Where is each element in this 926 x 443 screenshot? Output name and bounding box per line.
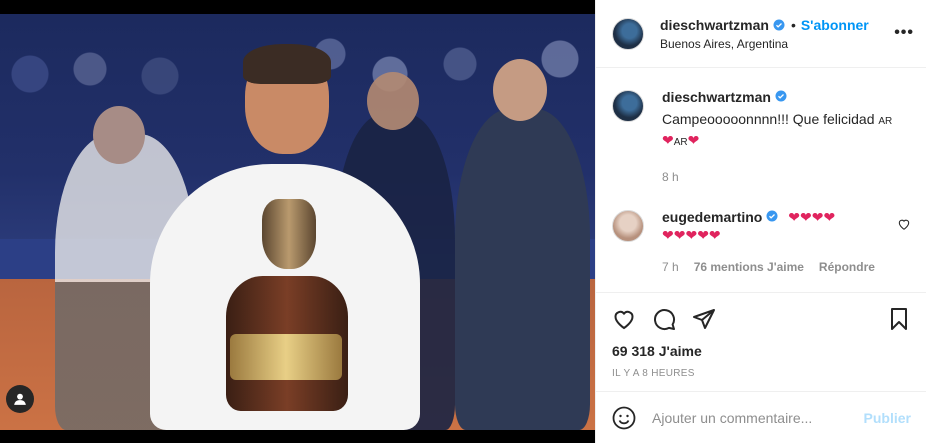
likes-count[interactable]: 69 318 J'aime: [612, 343, 702, 359]
red-heart-icon: ❤: [687, 132, 700, 148]
publish-button[interactable]: Publier: [864, 410, 911, 426]
red-heart-icon: ❤: [662, 132, 674, 148]
caption-time[interactable]: 8 h: [662, 168, 679, 186]
comment-time[interactable]: 7 h: [662, 258, 679, 276]
reply-button[interactable]: Répondre: [819, 258, 875, 276]
heart-icon[interactable]: [612, 307, 636, 331]
paper-plane-icon[interactable]: [692, 307, 716, 331]
comment-hearts: ❤❤❤❤❤: [662, 227, 721, 243]
heart-icon[interactable]: [897, 217, 911, 231]
verified-badge-icon: [766, 210, 778, 222]
comment-hearts: ❤❤❤❤: [788, 209, 836, 225]
flag-argentina-icon: AR: [878, 116, 893, 127]
commenter-username[interactable]: eugedemartino: [662, 209, 762, 225]
post-location[interactable]: Buenos Aires, Argentina: [660, 37, 869, 51]
caption-avatar[interactable]: [612, 90, 644, 122]
commenter-avatar[interactable]: [612, 210, 644, 242]
caption-text: Campeooooonnnn!!! Que felicidad AR ❤AR❤: [662, 110, 892, 152]
post-header: dieschwartzman • S'abonner Buenos Aires,…: [596, 0, 926, 68]
caption-username[interactable]: dieschwartzman: [662, 89, 771, 105]
follow-button[interactable]: S'abonner: [801, 17, 869, 33]
verified-badge-icon: [773, 19, 785, 30]
author-avatar[interactable]: [612, 17, 644, 50]
photo-trophy-cup: [262, 199, 316, 269]
comment-bubble-icon[interactable]: [652, 307, 676, 331]
verified-badge-icon: [775, 90, 787, 102]
more-options-icon[interactable]: •••: [894, 24, 914, 42]
smiley-icon[interactable]: [612, 406, 636, 430]
post-timestamp[interactable]: IL Y A 8 HEURES: [612, 368, 695, 379]
caption: dieschwartzman Campeooooonnnn!!! Que fel…: [612, 88, 911, 186]
flag-argentina-icon: AR: [673, 137, 688, 148]
add-comment-bar: Publier: [596, 391, 926, 443]
author-username[interactable]: dieschwartzman: [660, 17, 769, 33]
photo-trophy-plate: [230, 334, 342, 380]
post-photo[interactable]: [0, 14, 595, 430]
bookmark-icon[interactable]: [887, 307, 911, 331]
comments-list[interactable]: dieschwartzman Campeooooonnnn!!! Que fel…: [596, 68, 926, 292]
action-bar: [596, 292, 926, 344]
photo-man-right: [455, 59, 590, 430]
post-media[interactable]: [0, 0, 595, 443]
post-side-panel: dieschwartzman • S'abonner Buenos Aires,…: [595, 0, 926, 443]
caption-message: Campeooooonnnn!!! Que felicidad: [662, 111, 875, 127]
comment-input[interactable]: [652, 409, 864, 426]
user-tag-icon[interactable]: [6, 385, 34, 413]
comment-item: eugedemartino ❤❤❤❤ ❤❤❤❤❤ 7 h 76 mentions…: [612, 208, 911, 276]
separator-dot: •: [790, 16, 796, 33]
comment-likes[interactable]: 76 mentions J'aime: [694, 258, 804, 276]
